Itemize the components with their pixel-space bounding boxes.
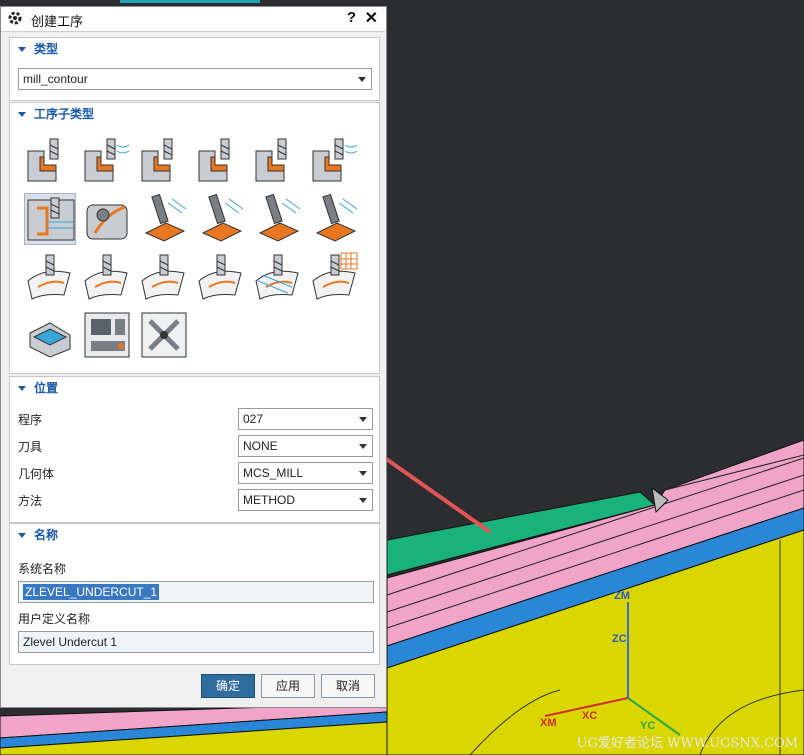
program-dropdown-value: 027 — [243, 412, 264, 426]
axis-label-xc: XC — [582, 710, 598, 722]
rest-mill-icon[interactable] — [195, 135, 247, 187]
watermark: UG爱好者论坛 WWW.UGSNX.COM — [576, 736, 798, 751]
collapse-icon — [18, 533, 26, 539]
chevron-down-icon — [359, 471, 367, 476]
subtype-section-title: 工序子类型 — [34, 107, 95, 121]
collapse-icon — [18, 47, 26, 53]
type-section-header[interactable]: 类型 — [10, 38, 379, 60]
tool-dropdown[interactable]: NONE — [238, 435, 373, 457]
name-section-header[interactable]: 名称 — [10, 524, 379, 546]
axis-label-zc: ZC — [612, 633, 627, 645]
collapse-icon — [18, 112, 26, 118]
location-section-header[interactable]: 位置 — [10, 377, 379, 399]
chevron-down-icon — [358, 77, 366, 82]
axis-label-yc: YC — [640, 720, 656, 732]
contour-area-dir-steep-icon[interactable] — [24, 251, 76, 303]
system-name-value: ZLEVEL_UNDERCUT_1 — [23, 584, 160, 600]
chevron-down-icon — [359, 444, 367, 449]
type-section-title: 类型 — [34, 42, 59, 56]
user-name-field[interactable]: Zlevel Undercut 1 — [18, 631, 374, 653]
apply-button[interactable]: 应用 — [261, 674, 315, 698]
contour-area-icon[interactable] — [138, 193, 190, 245]
subtype-section: 工序子类型 — [9, 102, 380, 374]
solid-profile-3d-icon[interactable] — [252, 251, 304, 303]
user-name-value: Zlevel Undercut 1 — [23, 635, 118, 649]
axis-label-zm: ZM — [614, 590, 630, 602]
streamline-icon[interactable] — [252, 193, 304, 245]
subtype-section-header[interactable]: 工序子类型 — [10, 103, 379, 125]
generic-motion-icon[interactable] — [24, 309, 76, 361]
program-label: 程序 — [18, 413, 43, 427]
user-defined-icon[interactable] — [138, 309, 190, 361]
contour-text-icon[interactable] — [309, 251, 361, 303]
location-section: 位置 程序 027 刀具 NONE 几何体 MCS_MILL 方法 METHOD — [9, 376, 380, 523]
chevron-down-icon — [359, 498, 367, 503]
geometry-label: 几何体 — [18, 467, 55, 481]
create-operation-dialog: 创建工序 ? ✕ 类型 mill_contour 工序子类型 位置 程序 027… — [0, 6, 387, 708]
plunge-mill-icon[interactable] — [81, 135, 133, 187]
method-dropdown-value: METHOD — [243, 493, 295, 507]
tool-label: 刀具 — [18, 440, 43, 454]
system-name-label: 系统名称 — [18, 562, 67, 576]
type-section: 类型 mill_contour — [9, 37, 380, 101]
chevron-down-icon — [359, 417, 367, 422]
zlevel-profile-icon[interactable] — [252, 135, 304, 187]
method-label: 方法 — [18, 494, 43, 508]
user-name-label: 用户定义名称 — [18, 612, 91, 626]
axis-label-xm: XM — [540, 717, 557, 729]
help-button[interactable]: ? — [347, 9, 356, 26]
location-section-title: 位置 — [34, 381, 59, 395]
contour-area-non-steep-icon[interactable] — [309, 193, 361, 245]
dialog-titlebar[interactable]: 创建工序 ? ✕ — [1, 7, 386, 32]
close-button[interactable]: ✕ — [365, 8, 378, 28]
cavity-mill-icon[interactable] — [24, 135, 76, 187]
gear-icon — [7, 10, 23, 29]
method-dropdown[interactable]: METHOD — [238, 489, 373, 511]
flowcut-multiple-icon[interactable] — [138, 251, 190, 303]
name-section: 名称 系统名称 ZLEVEL_UNDERCUT_1 用户定义名称 Zlevel … — [9, 523, 380, 665]
cancel-button[interactable]: 取消 — [321, 674, 375, 698]
geometry-dropdown-value: MCS_MILL — [243, 466, 304, 480]
flowcut-ref-tool-icon[interactable] — [195, 251, 247, 303]
contour-surface-area-icon[interactable] — [195, 193, 247, 245]
ok-button[interactable]: 确定 — [201, 674, 255, 698]
dialog-title: 创建工序 — [31, 14, 84, 29]
zlevel-corner-icon[interactable] — [309, 135, 361, 187]
geometry-dropdown[interactable]: MCS_MILL — [238, 462, 373, 484]
name-section-title: 名称 — [34, 528, 59, 542]
collapse-icon — [18, 386, 26, 392]
type-dropdown[interactable]: mill_contour — [18, 68, 372, 90]
flowcut-single-icon[interactable] — [81, 251, 133, 303]
system-name-field[interactable]: ZLEVEL_UNDERCUT_1 — [18, 581, 374, 603]
fixed-contour-icon[interactable] — [81, 193, 133, 245]
type-dropdown-value: mill_contour — [23, 72, 88, 86]
program-dropdown[interactable]: 027 — [238, 408, 373, 430]
tool-dropdown-value: NONE — [243, 439, 278, 453]
machine-control-icon[interactable] — [81, 309, 133, 361]
zlevel-undercut-icon[interactable] — [24, 193, 76, 245]
corner-rough-icon[interactable] — [138, 135, 190, 187]
